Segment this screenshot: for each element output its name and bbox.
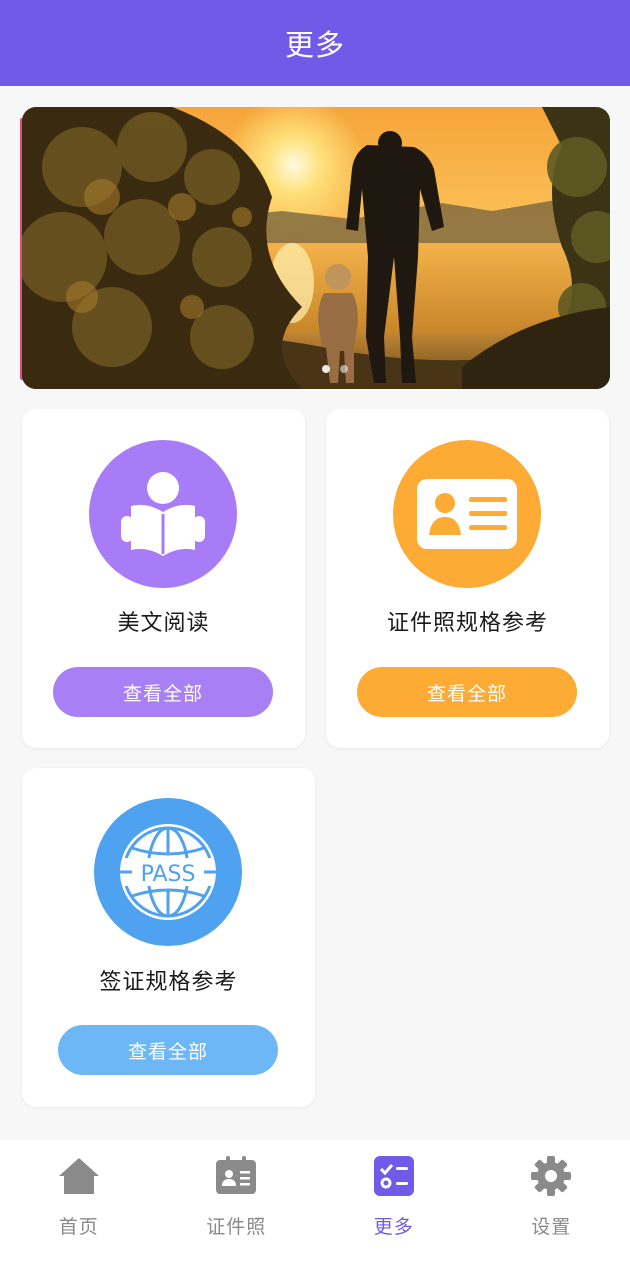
view-all-button[interactable]: 查看全部 <box>357 667 577 717</box>
banner-image <box>22 107 610 389</box>
card-title: 签证规格参考 <box>99 970 238 995</box>
id-photo-icon <box>216 1156 257 1194</box>
carousel-dot[interactable] <box>322 365 330 373</box>
passport-globe-icon: PASS <box>94 798 242 946</box>
bottom-tab-bar: 首页 证件照 更多 设置 <box>0 1140 630 1280</box>
gear-icon <box>531 1156 572 1196</box>
tab-label: 更多 <box>373 1216 414 1238</box>
tab-label: 设置 <box>531 1216 572 1238</box>
card-title: 证件照规格参考 <box>386 611 548 636</box>
more-list-icon <box>373 1156 414 1196</box>
view-all-button[interactable]: 查看全部 <box>58 1025 278 1075</box>
tab-settings[interactable]: 设置 <box>473 1140 630 1280</box>
view-all-button[interactable]: 查看全部 <box>53 667 273 717</box>
page-title: 更多 <box>284 28 345 62</box>
pass-text: PASS <box>141 862 196 887</box>
card-id-photo-spec[interactable]: 证件照规格参考 查看全部 <box>326 409 609 748</box>
card-visa-spec[interactable]: PASS 签证规格参考 查看全部 <box>22 768 315 1107</box>
carousel-dot[interactable] <box>340 365 348 373</box>
card-title: 美文阅读 <box>117 611 210 636</box>
banner-carousel[interactable] <box>22 107 610 389</box>
id-card-icon <box>393 440 541 588</box>
home-icon <box>58 1158 99 1194</box>
tab-id-photo[interactable]: 证件照 <box>158 1140 316 1280</box>
card-reading[interactable]: 美文阅读 查看全部 <box>22 409 305 748</box>
tab-label: 首页 <box>58 1216 99 1238</box>
top-bar: 更多 <box>0 0 630 86</box>
tab-label: 证件照 <box>206 1216 267 1238</box>
carousel-dots <box>322 365 348 373</box>
tab-home[interactable]: 首页 <box>0 1140 158 1280</box>
tab-more[interactable]: 更多 <box>315 1140 473 1280</box>
reading-book-icon <box>89 440 237 588</box>
